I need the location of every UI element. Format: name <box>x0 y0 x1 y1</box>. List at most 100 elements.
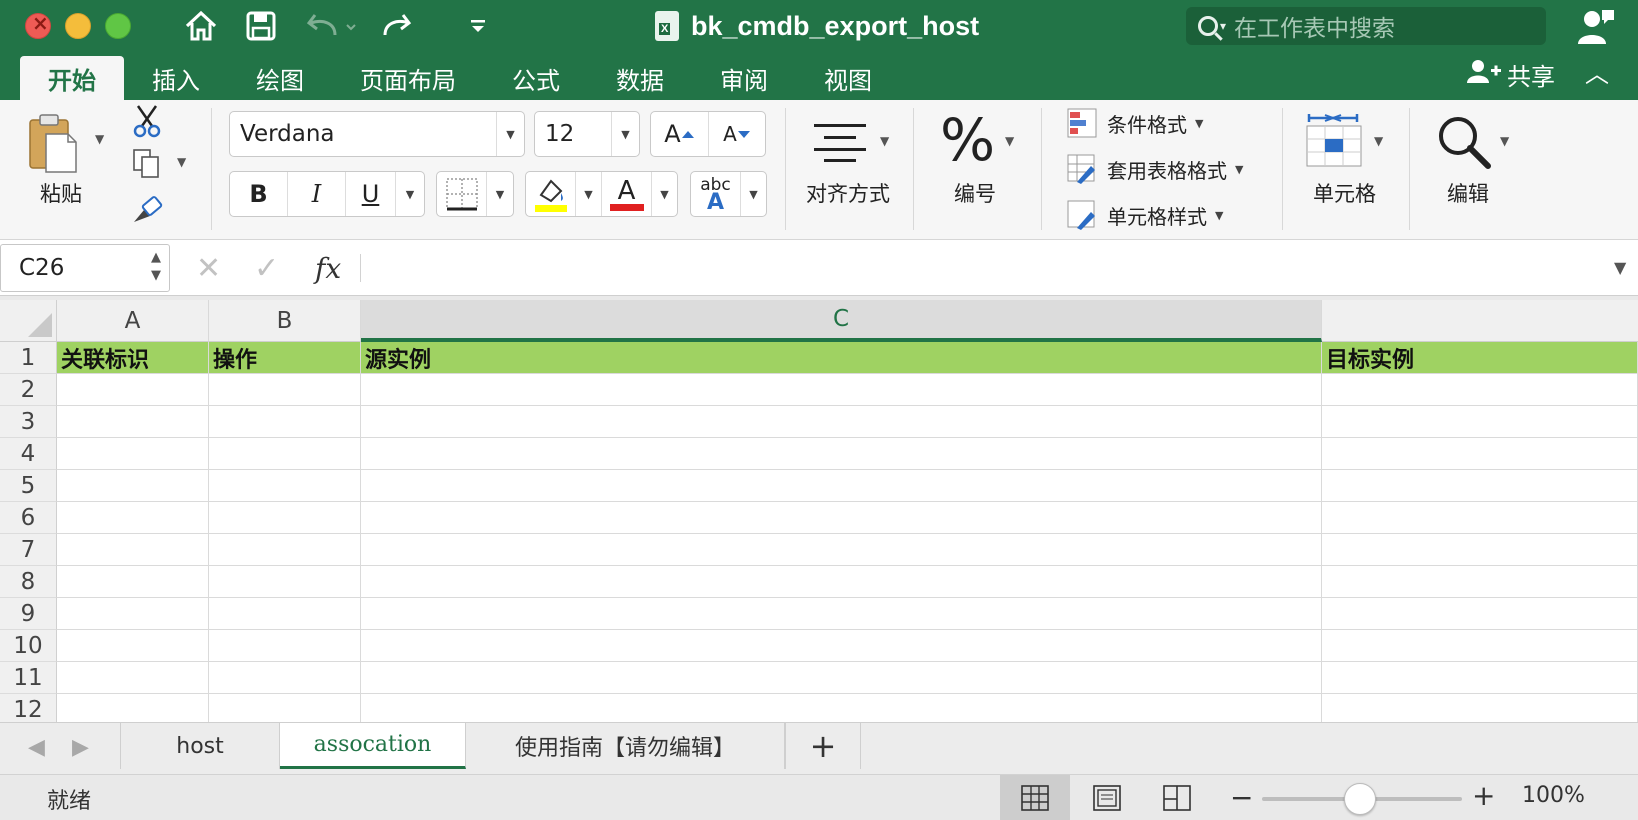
cells-icon[interactable] <box>1305 112 1365 174</box>
column-header-a[interactable]: A <box>57 300 209 342</box>
italic-button[interactable]: I <box>288 172 346 216</box>
insert-function-icon[interactable]: fx <box>315 246 341 290</box>
tab-data[interactable]: 数据 <box>588 56 692 100</box>
grid-cell[interactable] <box>1322 598 1638 630</box>
underline-button[interactable]: U <box>346 172 396 216</box>
redo-icon[interactable] <box>381 8 415 44</box>
row-header[interactable]: 8 <box>0 566 57 598</box>
find-icon[interactable] <box>1436 114 1492 174</box>
column-header-c[interactable]: C <box>361 300 1322 342</box>
row-header[interactable]: 1 <box>0 342 57 374</box>
grid-cell[interactable] <box>57 598 209 630</box>
previous-sheet-icon[interactable]: ◀ <box>28 735 45 760</box>
grid-cell[interactable] <box>1322 470 1638 502</box>
row-header[interactable]: 10 <box>0 630 57 662</box>
underline-options-caret[interactable]: ▼ <box>396 172 424 216</box>
select-all-button[interactable] <box>0 300 57 342</box>
zoom-in-button[interactable]: + <box>1472 779 1495 812</box>
fill-color-icon[interactable] <box>526 172 576 216</box>
phonetic-caret[interactable]: ▼ <box>741 172 766 216</box>
home-icon[interactable] <box>183 8 219 44</box>
confirm-entry-icon[interactable]: ✓ <box>254 246 279 290</box>
grid-cell[interactable] <box>57 406 209 438</box>
grid-cell[interactable] <box>361 534 1322 566</box>
zoom-out-button[interactable]: − <box>1230 781 1253 814</box>
grid-cell[interactable] <box>361 662 1322 694</box>
paste-icon[interactable] <box>28 112 78 174</box>
tab-insert[interactable]: 插入 <box>124 56 228 100</box>
cell-styles-button[interactable]: 单元格样式 ▼ <box>1067 195 1223 235</box>
name-box-stepper-icon[interactable]: ▲ ▼ <box>151 249 161 285</box>
header-cell[interactable]: 源实例 <box>361 342 1322 374</box>
grid-cell[interactable] <box>1322 502 1638 534</box>
grid-cell[interactable] <box>57 662 209 694</box>
alignment-icon[interactable] <box>814 122 866 166</box>
grid-cell[interactable] <box>209 406 361 438</box>
decrease-font-button[interactable]: A <box>709 112 765 156</box>
tab-home[interactable]: 开始 <box>20 56 124 100</box>
grid-cell[interactable] <box>1322 406 1638 438</box>
bold-button[interactable]: B <box>230 172 288 216</box>
grid-cell[interactable] <box>361 630 1322 662</box>
cells-caret[interactable]: ▼ <box>1374 134 1383 148</box>
tab-review[interactable]: 审阅 <box>692 56 796 100</box>
maximize-window-button[interactable] <box>105 13 131 39</box>
grid-cell[interactable] <box>57 470 209 502</box>
font-name-field[interactable]: Verdana ▼ <box>229 111 525 157</box>
grid-cell[interactable] <box>361 374 1322 406</box>
column-header-d[interactable] <box>1322 300 1638 342</box>
next-sheet-icon[interactable]: ▶ <box>72 735 89 760</box>
borders-options-caret[interactable]: ▼ <box>487 172 513 216</box>
grid-cell[interactable] <box>209 374 361 406</box>
grid-cell[interactable] <box>1322 438 1638 470</box>
expand-formula-bar-icon[interactable]: ▼ <box>1614 258 1626 277</box>
grid-cell[interactable] <box>57 566 209 598</box>
grid-cell[interactable] <box>361 566 1322 598</box>
chevron-down-icon[interactable]: ▼ <box>611 112 639 156</box>
minimize-window-button[interactable] <box>65 13 91 39</box>
name-box[interactable]: C26 ▲ ▼ <box>0 244 170 292</box>
phonetic-guide-icon[interactable]: abc A <box>691 172 741 216</box>
grid-cell[interactable] <box>209 694 361 722</box>
grid-cell[interactable] <box>209 598 361 630</box>
grid-cell[interactable] <box>1322 694 1638 722</box>
row-header[interactable]: 4 <box>0 438 57 470</box>
row-header[interactable]: 9 <box>0 598 57 630</box>
grid-cell[interactable] <box>1322 566 1638 598</box>
undo-icon[interactable] <box>303 8 361 44</box>
sheet-tab-host[interactable]: host <box>120 723 280 769</box>
copy-options-caret[interactable]: ▼ <box>177 155 186 169</box>
paste-options-caret[interactable]: ▼ <box>95 132 104 146</box>
header-cell[interactable]: 关联标识 <box>57 342 209 374</box>
percent-icon[interactable]: % <box>940 106 995 174</box>
number-format-caret[interactable]: ▼ <box>1005 134 1014 148</box>
formula-input[interactable] <box>372 252 1592 284</box>
grid-cell[interactable] <box>1322 630 1638 662</box>
page-layout-view-icon[interactable] <box>1072 775 1142 820</box>
row-header[interactable]: 5 <box>0 470 57 502</box>
copy-icon[interactable] <box>132 148 162 184</box>
grid-cell[interactable] <box>361 470 1322 502</box>
grid-cell[interactable] <box>209 470 361 502</box>
worksheet-grid[interactable]: A B C 1 关联标识 操作 源实例 目标实例 2 3 4 5 6 7 8 9 10 11 12 <box>0 300 1638 722</box>
account-icon[interactable] <box>1578 8 1616 46</box>
chevron-down-icon[interactable]: ▼ <box>496 112 524 156</box>
conditional-format-button[interactable]: 条件格式 ▼ <box>1067 103 1203 143</box>
grid-cell[interactable] <box>361 694 1322 722</box>
grid-cell[interactable] <box>57 534 209 566</box>
format-as-table-button[interactable]: 套用表格格式 ▼ <box>1067 149 1243 189</box>
row-header[interactable]: 2 <box>0 374 57 406</box>
cut-icon[interactable] <box>132 104 162 142</box>
zoom-level[interactable]: 100% <box>1522 783 1585 808</box>
tab-draw[interactable]: 绘图 <box>228 56 332 100</box>
add-sheet-button[interactable]: + <box>785 723 861 769</box>
customize-toolbar-icon[interactable] <box>468 8 488 44</box>
column-header-b[interactable]: B <box>209 300 361 342</box>
sheet-tab-guide[interactable]: 使用指南【请勿编辑】 <box>466 723 785 769</box>
grid-cell[interactable] <box>361 502 1322 534</box>
grid-cell[interactable] <box>1322 374 1638 406</box>
grid-cell[interactable] <box>361 438 1322 470</box>
page-break-view-icon[interactable] <box>1142 775 1212 820</box>
cancel-entry-icon[interactable]: ✕ <box>196 246 221 290</box>
grid-cell[interactable] <box>1322 534 1638 566</box>
